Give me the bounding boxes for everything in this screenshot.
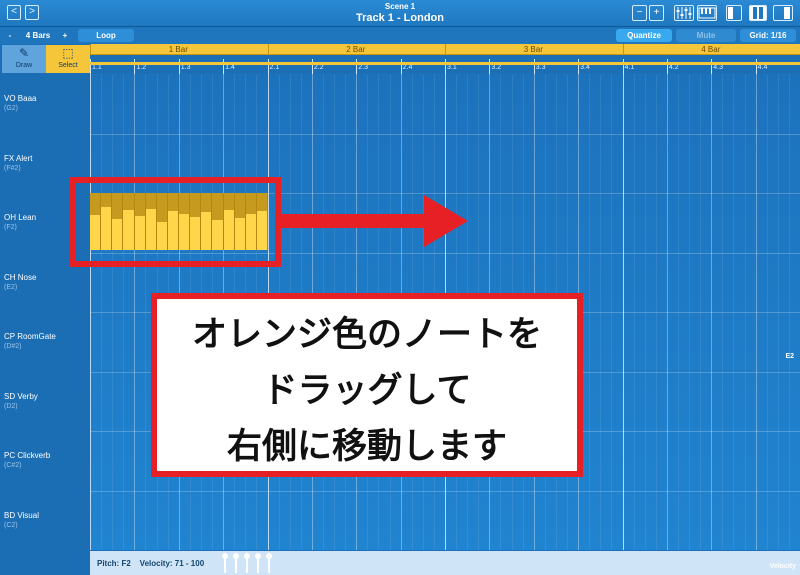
track-name: CP RoomGate (4, 332, 56, 341)
track-name: VO Baaa (4, 94, 37, 103)
grid-hline (90, 490, 800, 492)
track-name: FX Alert (4, 153, 33, 163)
track-label[interactable]: BD Visual (C2) (4, 511, 39, 529)
track-label[interactable]: VO Baaa (G2) (4, 94, 36, 112)
velocity-handle[interactable] (233, 553, 239, 573)
bar-ruler[interactable]: 1 Bar 2 Bar 3 Bar 4 Bar (90, 44, 800, 55)
beat-label: 4.3 (713, 64, 723, 71)
layout-split-icon[interactable] (749, 5, 767, 21)
caption-line-1: オレンジ色のノートを (191, 315, 542, 355)
length-value: 4 Bars (25, 31, 51, 40)
beat-label: 3.1 (447, 64, 457, 71)
mixer-icon[interactable] (674, 5, 694, 21)
select-tool-button[interactable]: ⬚ Select (46, 45, 90, 73)
track-name: SD Verby (4, 391, 38, 401)
beat-label: 2.2 (313, 64, 324, 71)
track-label[interactable]: CP RoomGate (D#2) (4, 332, 56, 350)
select-label: Select (58, 62, 78, 69)
beat-label: 1.4 (225, 64, 235, 71)
layout-side-icon[interactable] (773, 5, 793, 21)
beat-label: 2.3 (358, 64, 368, 71)
pitch-velocity-readout: Pitch: F2 Velocity: 71 - 100 (97, 559, 204, 568)
beat-label: 4.2 (668, 64, 679, 71)
track-name: BD Visual (4, 510, 39, 520)
annotation-caption: オレンジ色のノートを ドラッグして 右側に移動します (151, 293, 583, 477)
track-note: (F2) (4, 224, 17, 231)
track-note: (E2) (4, 283, 18, 291)
velocity-handle[interactable] (255, 553, 261, 573)
track-name: PC Clickverb (4, 451, 51, 460)
track-note: (C#2) (4, 462, 22, 469)
velocity-lane[interactable]: Pitch: F2 Velocity: 71 - 100 Velocity (90, 551, 800, 575)
annotation-arrow-shaft (281, 214, 431, 228)
draw-tool-button[interactable]: ✎ Draw (2, 45, 46, 73)
zoom-in-icon[interactable]: + (649, 5, 664, 21)
beat-label: 3.2 (491, 64, 502, 71)
track-name: OH Lean (4, 213, 37, 222)
keyboard-icon[interactable] (697, 5, 717, 21)
track-label[interactable]: SD Verby (D2) (4, 392, 38, 410)
grid-hline (90, 133, 800, 135)
beat-label: 1.1 (92, 64, 102, 71)
velocity-handle[interactable] (244, 553, 250, 573)
bar-divider (622, 44, 624, 55)
track-label[interactable]: FX Alert (F#2) (4, 154, 32, 172)
beat-label: 1.2 (136, 64, 147, 71)
velocity-handle[interactable] (222, 553, 228, 573)
zoom-out-icon[interactable]: − (632, 5, 647, 21)
track-note: (G2) (4, 105, 18, 112)
arrow-right-icon (424, 195, 468, 247)
sequence-toolbar: - 4 Bars + Loop Quantize Mute Grid: 1/16 (0, 27, 800, 44)
beat-label: 2.1 (269, 64, 280, 71)
quantize-button[interactable]: Quantize (616, 29, 672, 42)
selection-icon: ⬚ (62, 46, 74, 60)
track-note: (D#2) (4, 343, 22, 350)
track-label[interactable]: PC Clickverb (C#2) (4, 451, 50, 469)
beat-label: 3.3 (535, 64, 546, 71)
velocity-range: Velocity: 71 - 100 (139, 559, 205, 568)
bar-divider (445, 44, 446, 55)
bottom-left-panel (0, 551, 90, 575)
length-decrease-button[interactable]: - (4, 29, 16, 42)
length-increase-button[interactable]: + (58, 29, 72, 42)
grid-button[interactable]: Grid: 1/16 (740, 29, 796, 42)
track-note: (F#2) (4, 164, 21, 172)
draw-label: Draw (15, 62, 33, 69)
track-note: (D2) (4, 402, 18, 410)
track-label[interactable]: OH Lean (F2) (4, 213, 36, 231)
pencil-icon: ✎ (18, 46, 30, 60)
track-list: VO Baaa (G2) FX Alert (F#2) OH Lean (F2) CH No… (0, 74, 90, 550)
loop-button[interactable]: Loop (78, 29, 134, 42)
annotation-highlight-box (70, 177, 281, 267)
caption-line-2: ドラッグして (262, 371, 472, 411)
mute-button[interactable]: Mute (676, 29, 736, 42)
velocity-lane-label: Velocity (769, 563, 796, 570)
bar-divider (267, 44, 269, 55)
bar-label: 3 Bar (523, 45, 543, 54)
bar-label: 1 Bar (168, 45, 188, 54)
track-name: CH Nose (4, 272, 37, 282)
track-note: (C2) (4, 521, 18, 529)
beat-label: 1.3 (180, 64, 191, 71)
beat-label: 4.1 (624, 64, 635, 71)
beat-label: 2.4 (402, 64, 413, 71)
bar-divider (90, 44, 91, 55)
velocity-handle[interactable] (266, 553, 272, 573)
top-bar: < > Scene 1 Track 1 - London − + (0, 0, 800, 27)
bar-label: 4 Bar (701, 45, 721, 54)
beat-label: 4.4 (757, 64, 768, 71)
caption-line-3: 右側に移動します (226, 427, 507, 467)
beat-label: 3.4 (580, 64, 590, 71)
pitch-value: Pitch: F2 (97, 559, 131, 568)
bar-label: 2 Bar (346, 45, 366, 54)
loop-region-line[interactable] (90, 62, 800, 65)
layout-single-icon[interactable] (726, 5, 742, 21)
track-label[interactable]: CH Nose (E2) (4, 273, 36, 291)
